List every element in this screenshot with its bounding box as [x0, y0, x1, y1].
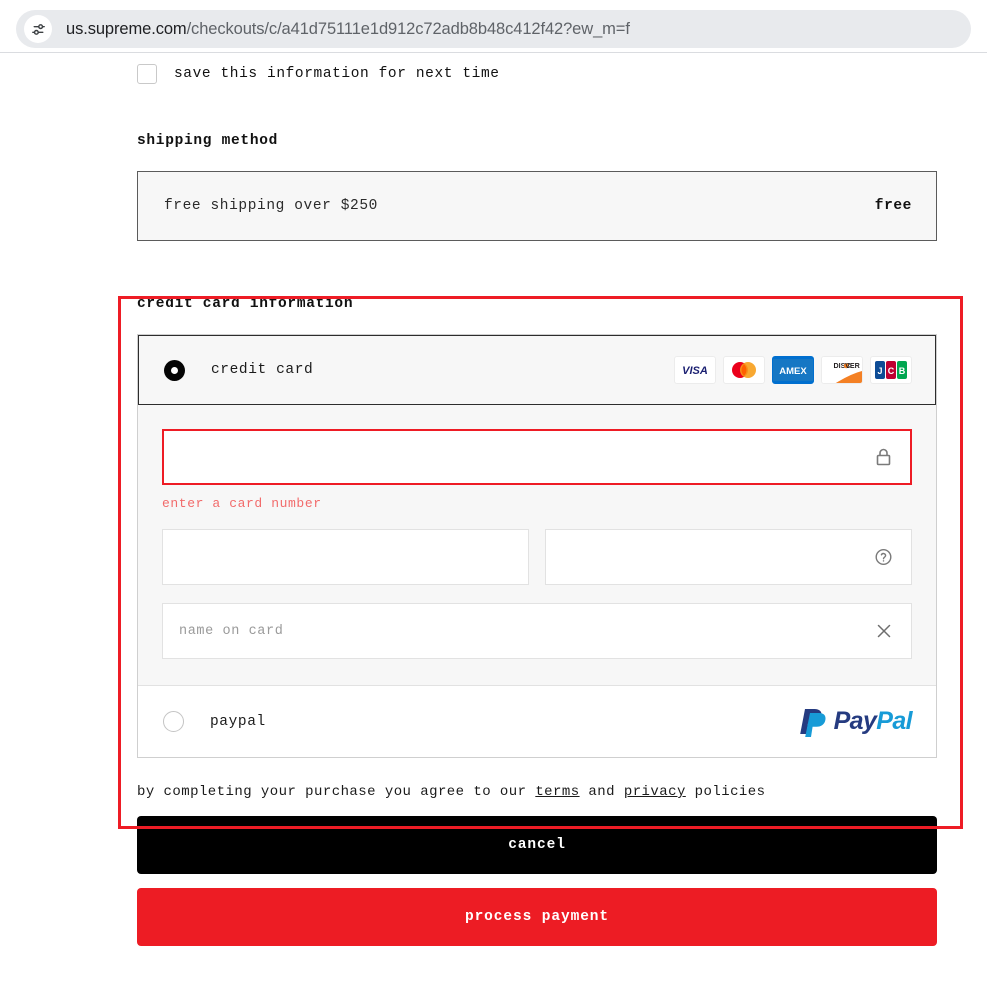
checkout-page: save this information for next time ship… — [0, 53, 987, 1000]
svg-text:AMEX: AMEX — [779, 366, 807, 377]
browser-chrome: us.supreme.com/checkouts/c/a41d75111e1d9… — [0, 0, 987, 53]
checkout-content: save this information for next time ship… — [137, 53, 937, 946]
card-brand-logos: VISA AMEX DISC VER J C B — [674, 356, 912, 384]
paypal-radio-unselected[interactable] — [163, 711, 184, 732]
svg-text:J: J — [877, 366, 882, 376]
card-number-error: enter a card number — [162, 496, 322, 511]
shipping-method-heading: shipping method — [137, 133, 279, 149]
security-code-input[interactable] — [545, 529, 912, 585]
name-on-card-wrapper: name on card — [162, 603, 912, 659]
cancel-button[interactable]: cancel — [137, 816, 937, 874]
question-mark-icon[interactable] — [874, 548, 893, 567]
save-info-row[interactable]: save this information for next time — [137, 59, 937, 89]
discover-icon: DISC VER — [821, 356, 863, 384]
amex-icon: AMEX — [772, 356, 814, 384]
url-path: /checkouts/c/a41d75111e1d912c72adb8b48c4… — [186, 19, 630, 38]
paypal-radio-group[interactable]: paypal — [163, 711, 266, 732]
visa-icon: VISA — [674, 356, 716, 384]
credit-card-fields: enter a card number name on card — [138, 405, 936, 685]
paypal-word-pay: Pay — [833, 707, 877, 735]
paypal-label: paypal — [210, 713, 266, 730]
save-info-label: save this information for next time — [174, 66, 500, 82]
lock-icon — [875, 448, 892, 467]
address-bar[interactable]: us.supreme.com/checkouts/c/a41d75111e1d9… — [16, 10, 971, 48]
terms-link[interactable]: terms — [535, 784, 579, 800]
url-host: us.supreme.com — [66, 19, 187, 38]
expiration-date-input[interactable] — [162, 529, 529, 585]
svg-text:VER: VER — [845, 362, 860, 370]
terms-notice: by completing your purchase you agree to… — [137, 784, 937, 800]
shipping-option-row[interactable]: free shipping over $250 free — [137, 171, 937, 241]
url-text: us.supreme.com/checkouts/c/a41d75111e1d9… — [66, 20, 630, 39]
paypal-wordmark: PayPal — [833, 707, 913, 736]
payment-method-credit-card[interactable]: credit card VISA AMEX DISC VER J C B — [138, 335, 936, 405]
payment-panel: credit card VISA AMEX DISC VER J C B ent… — [137, 334, 937, 758]
close-x-icon[interactable] — [875, 622, 893, 640]
payment-section-heading: credit card information — [137, 296, 354, 312]
payment-method-paypal[interactable]: paypal PayPal — [138, 685, 936, 757]
credit-card-radio-selected[interactable] — [164, 359, 185, 381]
name-on-card-placeholder: name on card — [179, 623, 284, 639]
process-payment-button[interactable]: process payment — [137, 888, 937, 946]
paypal-word-pal: Pal — [876, 707, 912, 735]
name-on-card-input[interactable]: name on card — [162, 603, 912, 659]
card-number-input[interactable] — [162, 429, 912, 485]
credit-card-radio-group[interactable]: credit card — [164, 359, 314, 381]
svg-text:C: C — [888, 366, 895, 376]
jcb-icon: J C B — [870, 356, 912, 384]
paypal-logo-icon: PayPal — [798, 706, 913, 738]
terms-middle: and — [579, 784, 624, 800]
svg-text:B: B — [899, 366, 906, 376]
terms-suffix: policies — [685, 784, 766, 800]
mastercard-icon — [723, 356, 765, 384]
privacy-link[interactable]: privacy — [624, 784, 686, 800]
shipping-option-name: free shipping over $250 — [164, 198, 378, 214]
svg-text:VISA: VISA — [682, 365, 708, 376]
expiry-cvv-row — [162, 529, 912, 585]
credit-card-label: credit card — [211, 362, 314, 378]
save-info-checkbox[interactable] — [137, 64, 157, 84]
terms-prefix: by completing your purchase you agree to… — [137, 784, 536, 800]
site-settings-icon[interactable] — [24, 15, 52, 43]
shipping-option-price: free — [874, 198, 912, 214]
